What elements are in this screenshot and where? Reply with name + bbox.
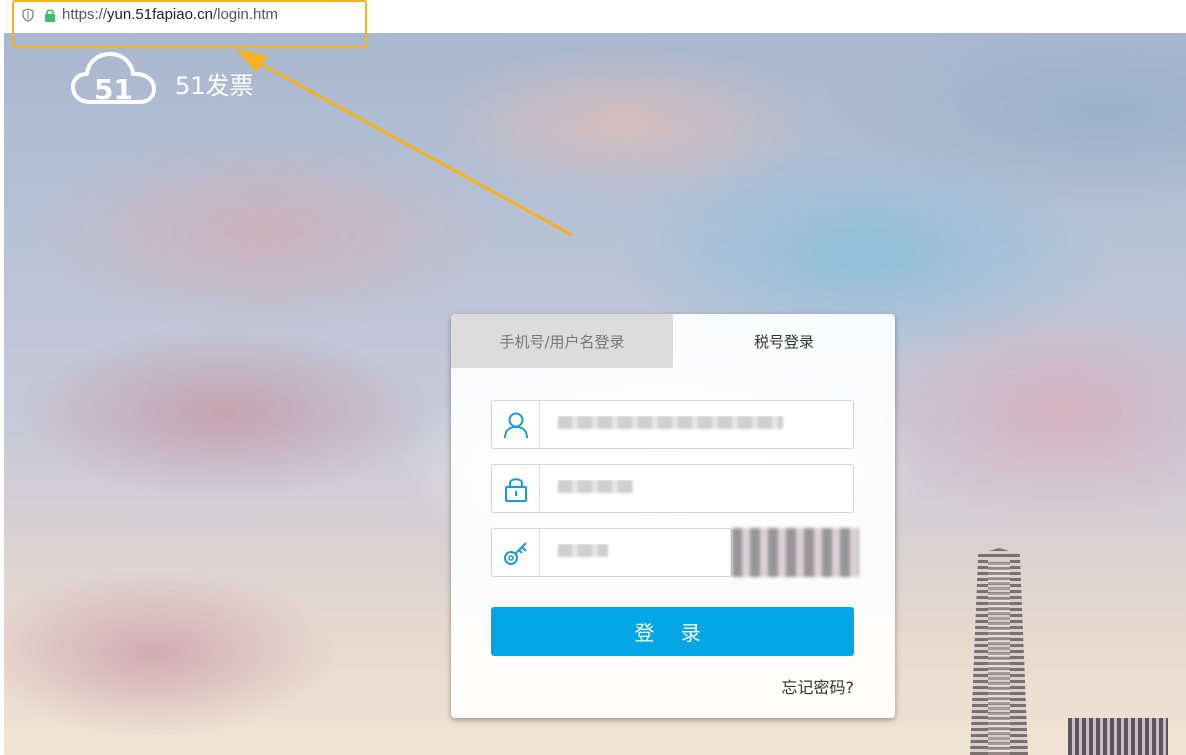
forgot-password-link[interactable]: 忘记密码? — [782, 674, 855, 698]
user-icon — [492, 401, 540, 448]
lock-icon — [492, 465, 540, 512]
login-tabs: 手机号/用户名登录 税号登录 — [451, 314, 895, 368]
captcha-field[interactable] — [491, 528, 732, 577]
brand-name: 51发票 — [175, 72, 254, 100]
captcha-image[interactable] — [732, 528, 859, 577]
password-input[interactable] — [540, 480, 853, 497]
captcha-input[interactable] — [540, 544, 731, 561]
building — [1068, 718, 1168, 755]
login-panel: 手机号/用户名登录 税号登录 登 录 忘记密码? — [451, 314, 895, 718]
login-button[interactable]: 登 录 — [491, 607, 854, 656]
skyscraper-windows — [988, 560, 1010, 755]
logo-text: 51 — [94, 73, 133, 106]
tab-tax-id-login[interactable]: 税号登录 — [673, 314, 895, 368]
tab-phone-username-login[interactable]: 手机号/用户名登录 — [451, 314, 673, 368]
password-field[interactable] — [491, 464, 854, 513]
cloud-51-logo[interactable]: 51 — [70, 50, 158, 108]
tax-id-input[interactable] — [540, 416, 853, 433]
url-highlight-box — [12, 0, 367, 48]
key-icon — [492, 529, 540, 576]
tax-id-field[interactable] — [491, 400, 854, 449]
